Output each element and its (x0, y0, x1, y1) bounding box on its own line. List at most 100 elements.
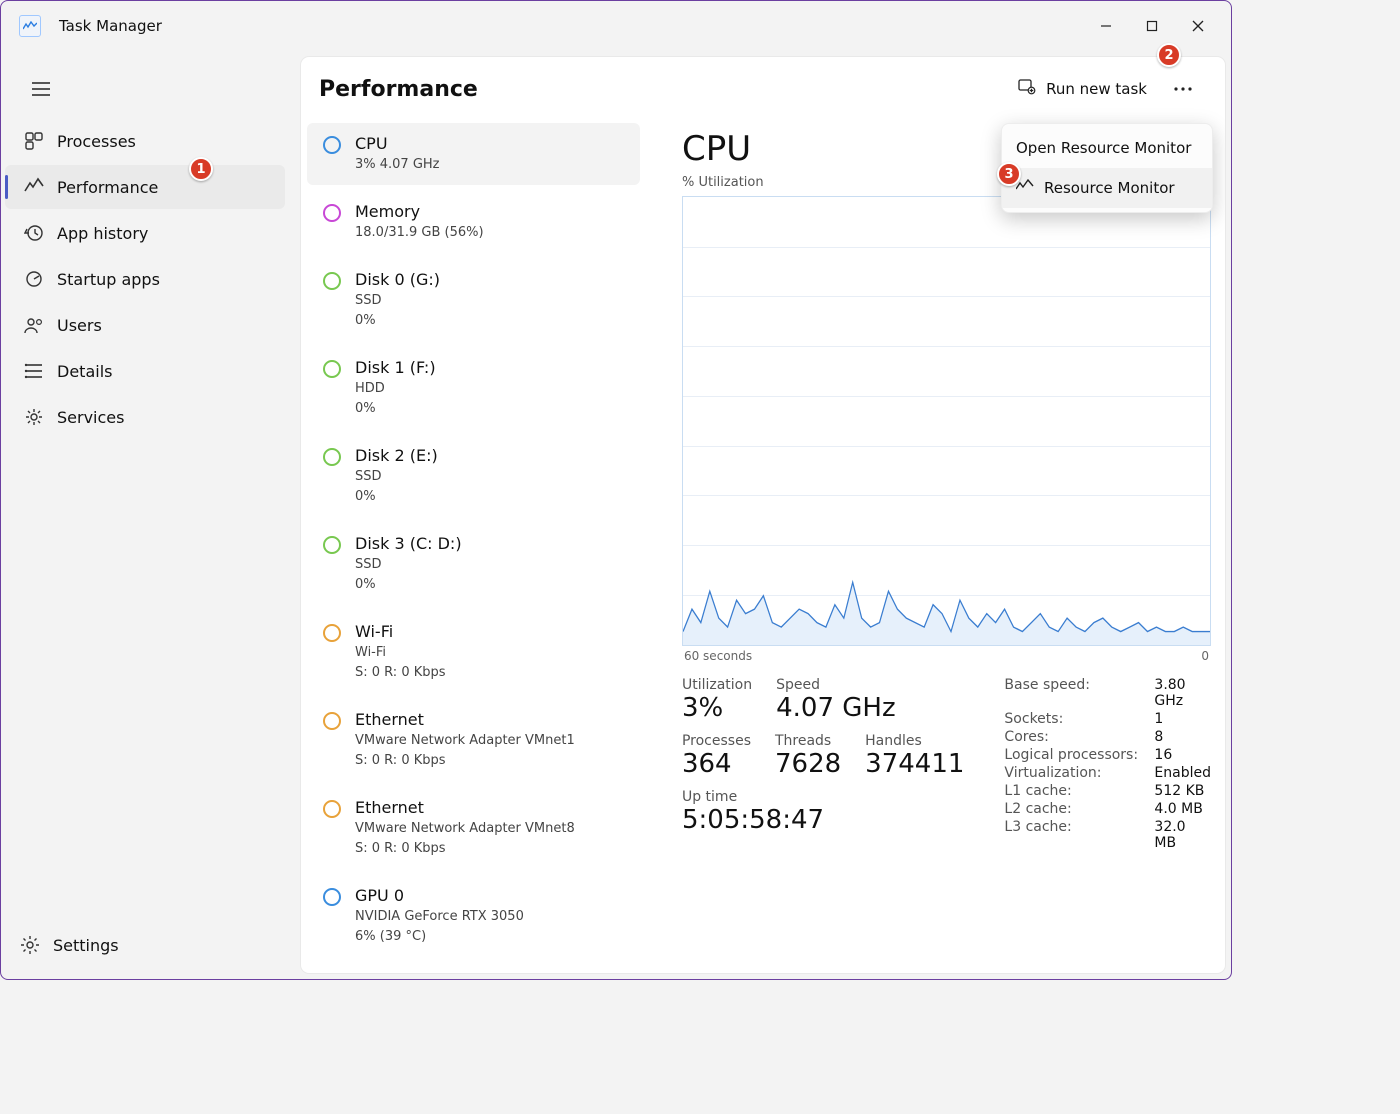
perf-item-disk-0-g-[interactable]: Disk 0 (G:)SSD0% (307, 259, 640, 341)
perf-item-sub: 18.0/31.9 GB (56%) (355, 223, 484, 243)
annotation-badge-1: 1 (189, 157, 213, 181)
nav-label: Details (57, 362, 112, 381)
run-new-task-label: Run new task (1046, 80, 1147, 98)
sidebar-item-details[interactable]: Details (5, 349, 285, 393)
perf-item-sub: 0% (355, 487, 438, 507)
proc-value: 364 (682, 749, 751, 779)
util-value: 3% (682, 693, 752, 723)
run-task-icon (1018, 78, 1036, 100)
sidebar-item-settings[interactable]: Settings (1, 923, 291, 967)
perf-item-sub: SSD (355, 291, 440, 311)
perf-item-disk-1-f-[interactable]: Disk 1 (F:)HDD0% (307, 347, 640, 429)
spec-value: 16 (1154, 747, 1211, 763)
perf-item-ethernet[interactable]: EthernetVMware Network Adapter VMnet1S: … (307, 699, 640, 781)
perf-item-title: Disk 0 (G:) (355, 269, 440, 291)
perf-item-sub: S: 0 R: 0 Kbps (355, 663, 446, 683)
close-button[interactable] (1175, 6, 1221, 46)
settings-label: Settings (53, 936, 119, 955)
sidebar-item-startup-apps[interactable]: Startup apps (5, 257, 285, 301)
perf-item-sub: 3% 4.07 GHz (355, 155, 440, 175)
status-ring-icon (323, 360, 341, 378)
status-ring-icon (323, 800, 341, 818)
page-title: Performance (319, 77, 478, 102)
sidebar-item-users[interactable]: Users (5, 303, 285, 347)
perf-item-title: Disk 1 (F:) (355, 357, 436, 379)
cpu-utilization-chart (682, 196, 1211, 646)
perf-item-ethernet[interactable]: EthernetVMware Network Adapter VMnet8S: … (307, 787, 640, 869)
handles-value: 374411 (865, 749, 964, 779)
perf-item-cpu[interactable]: CPU3% 4.07 GHz (307, 123, 640, 185)
services-icon (23, 406, 45, 428)
perf-item-sub: NVIDIA GeForce RTX 3050 (355, 907, 524, 927)
details-icon (23, 360, 45, 382)
nav-label: Performance (57, 178, 158, 197)
cpu-spec-table: Base speed:3.80 GHzSockets:1Cores:8Logic… (1004, 677, 1211, 851)
run-new-task-button[interactable]: Run new task (1008, 72, 1157, 106)
sidebar-item-performance[interactable]: Performance (5, 165, 285, 209)
cpu-detail-pane: CPU AMD Ryzen 7 5 % Utilization 60 secon… (646, 121, 1225, 973)
threads-label: Threads (775, 733, 841, 749)
spec-value: 32.0 MB (1154, 819, 1211, 851)
nav-label: Startup apps (57, 270, 160, 289)
spec-value: 512 KB (1154, 783, 1211, 799)
more-options-menu: Open Resource Monitor Resource Monitor (1001, 123, 1213, 213)
status-ring-icon (323, 204, 341, 222)
perf-item-title: Ethernet (355, 797, 575, 819)
app-icon (19, 15, 41, 37)
uptime-label: Up time (682, 789, 964, 805)
spec-key: Virtualization: (1004, 765, 1154, 781)
performance-icon (23, 176, 45, 198)
sidebar-item-app-history[interactable]: App history (5, 211, 285, 255)
more-options-button[interactable] (1163, 69, 1203, 109)
threads-value: 7628 (775, 749, 841, 779)
status-ring-icon (323, 624, 341, 642)
status-ring-icon (323, 888, 341, 906)
perf-item-memory[interactable]: Memory18.0/31.9 GB (56%) (307, 191, 640, 253)
nav-label: Users (57, 316, 102, 335)
spec-key: L3 cache: (1004, 819, 1154, 851)
spec-value: 8 (1154, 729, 1211, 745)
spec-value: 4.0 MB (1154, 801, 1211, 817)
spec-key: L2 cache: (1004, 801, 1154, 817)
main-panel: Performance Run new task Open Resource M… (301, 57, 1225, 973)
perf-item-wi-fi[interactable]: Wi-FiWi-FiS: 0 R: 0 Kbps (307, 611, 640, 693)
spec-key: Cores: (1004, 729, 1154, 745)
minimize-button[interactable] (1083, 6, 1129, 46)
perf-item-disk-2-e-[interactable]: Disk 2 (E:)SSD0% (307, 435, 640, 517)
nav-label: Processes (57, 132, 136, 151)
speed-label: Speed (776, 677, 896, 693)
maximize-button[interactable] (1129, 6, 1175, 46)
app-history-icon (23, 222, 45, 244)
spec-value: 3.80 GHz (1154, 677, 1211, 709)
uptime-value: 5:05:58:47 (682, 805, 964, 835)
status-ring-icon (323, 536, 341, 554)
perf-item-gpu-0[interactable]: GPU 0NVIDIA GeForce RTX 30506% (39 °C) (307, 875, 640, 957)
perf-item-title: Disk 3 (C: D:) (355, 533, 462, 555)
processes-icon (23, 130, 45, 152)
perf-item-sub: 0% (355, 311, 440, 331)
perf-item-sub: S: 0 R: 0 Kbps (355, 839, 575, 859)
axis-left: 60 seconds (684, 649, 752, 663)
resource-monitor-icon (1016, 179, 1034, 197)
perf-item-disk-3-c-d-[interactable]: Disk 3 (C: D:)SSD0% (307, 523, 640, 605)
sidebar-item-services[interactable]: Services (5, 395, 285, 439)
perf-item-title: Disk 2 (E:) (355, 445, 438, 467)
annotation-badge-3: 3 (997, 162, 1021, 186)
perf-item-sub: Wi-Fi (355, 643, 446, 663)
perf-item-sub: 0% (355, 575, 462, 595)
status-ring-icon (323, 272, 341, 290)
spec-key: Sockets: (1004, 711, 1154, 727)
hamburger-button[interactable] (21, 69, 61, 109)
perf-item-sub: VMware Network Adapter VMnet1 (355, 731, 575, 751)
menu-open-resource-monitor[interactable]: Open Resource Monitor (1002, 128, 1212, 168)
resource-monitor-label: Resource Monitor (1044, 179, 1175, 197)
status-ring-icon (323, 136, 341, 154)
nav-label: Services (57, 408, 124, 427)
app-title: Task Manager (59, 17, 162, 35)
perf-item-title: CPU (355, 133, 440, 155)
sidebar: Processes Performance App history Startup a… (1, 51, 291, 979)
sidebar-item-processes[interactable]: Processes (5, 119, 285, 163)
title-bar: Task Manager (1, 1, 1231, 51)
menu-resource-monitor[interactable]: Resource Monitor (1002, 168, 1212, 208)
annotation-badge-2: 2 (1157, 43, 1181, 67)
